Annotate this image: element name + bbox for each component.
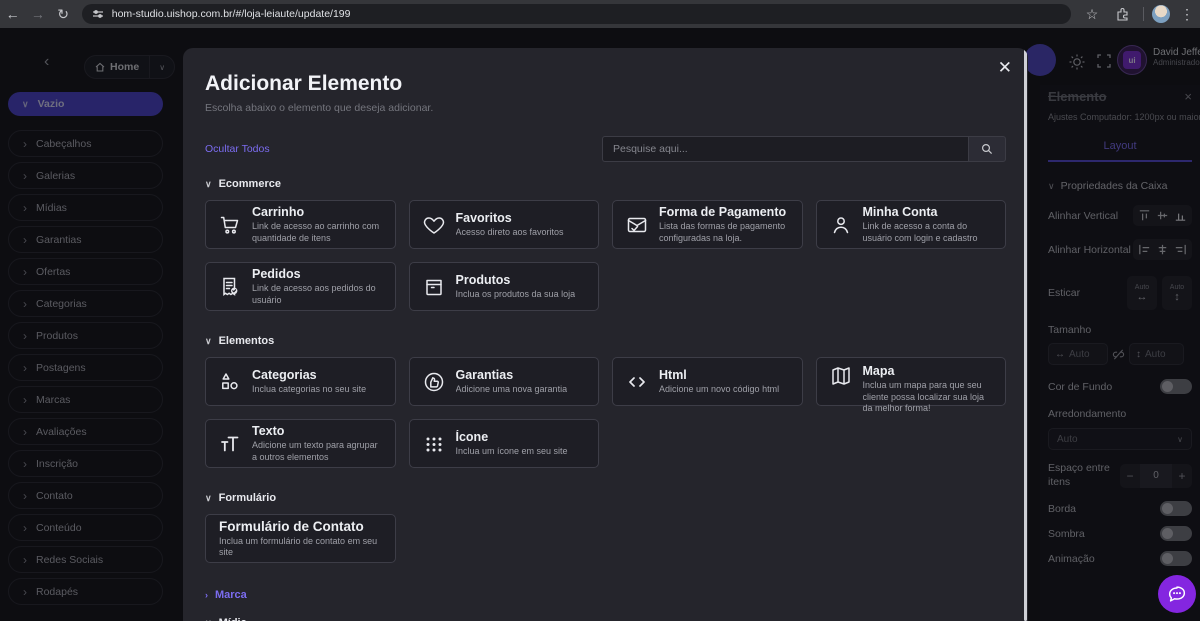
card-description: Inclua categorias no seu site bbox=[252, 384, 366, 395]
search-button[interactable] bbox=[968, 136, 1006, 162]
extensions-icon[interactable] bbox=[1109, 7, 1135, 21]
element-card-icone[interactable]: Ícone Inclua um ícone em seu site bbox=[409, 419, 600, 468]
element-card-html[interactable]: Html Adicione um novo código html bbox=[612, 357, 803, 406]
element-card-garantias[interactable]: Garantias Adicione uma nova garantia bbox=[409, 357, 600, 406]
chevron-down-icon: ∨ bbox=[205, 618, 212, 621]
heart-icon bbox=[421, 213, 447, 237]
add-element-modal: ✕ Adicionar Elemento Escolha abaixo o el… bbox=[183, 48, 1028, 621]
card-description: Link de acesso a conta do usuário com lo… bbox=[863, 221, 995, 244]
element-card-mapa[interactable]: Mapa Inclua um mapa para que seu cliente… bbox=[816, 357, 1007, 406]
chevron-down-icon: ∨ bbox=[205, 493, 212, 504]
card-description: Inclua os produtos da sua loja bbox=[456, 289, 576, 300]
card-description: Lista das formas de pagamento configurad… bbox=[659, 221, 791, 244]
element-card-formulario-contato[interactable]: Formulário de Contato Inclua um formulár… bbox=[205, 514, 396, 563]
search-icon bbox=[981, 143, 993, 155]
element-card-favoritos[interactable]: Favoritos Acesso direto aos favoritos bbox=[409, 200, 600, 249]
divider bbox=[1143, 7, 1144, 21]
element-card-carrinho[interactable]: Carrinho Link de acesso ao carrinho com … bbox=[205, 200, 396, 249]
url-text: hom-studio.uishop.com.br/#/loja-leiaute/… bbox=[112, 8, 351, 20]
hide-all-link[interactable]: Ocultar Todos bbox=[205, 143, 270, 155]
card-title: Minha Conta bbox=[863, 205, 995, 219]
user-icon bbox=[828, 213, 854, 237]
thumbs-up-icon bbox=[421, 370, 447, 394]
modal-scrollbar[interactable] bbox=[1024, 48, 1027, 621]
search-bar bbox=[602, 136, 1006, 162]
order-check-icon bbox=[217, 275, 243, 299]
browser-forward-icon[interactable]: → bbox=[25, 6, 50, 22]
site-settings-icon[interactable] bbox=[92, 8, 104, 20]
address-bar[interactable]: hom-studio.uishop.com.br/#/loja-leiaute/… bbox=[82, 4, 1071, 24]
modal-subtitle: Escolha abaixo o elemento que deseja adi… bbox=[205, 102, 1006, 114]
card-title: Pedidos bbox=[252, 267, 384, 281]
map-icon bbox=[828, 364, 854, 388]
modal-close-icon[interactable]: ✕ bbox=[998, 58, 1012, 78]
chevron-right-icon: › bbox=[205, 590, 208, 600]
card-description: Inclua um ícone em seu site bbox=[456, 446, 568, 457]
section-label: Marca bbox=[215, 589, 247, 601]
browser-toolbar: ← → ↻ hom-studio.uishop.com.br/#/loja-le… bbox=[0, 0, 1200, 28]
section-label: Formulário bbox=[219, 492, 276, 504]
card-title: Favoritos bbox=[456, 211, 564, 225]
chevron-down-icon: ∨ bbox=[205, 179, 212, 190]
card-title: Texto bbox=[252, 424, 384, 438]
chevron-down-icon: ∨ bbox=[205, 336, 212, 347]
formulario-cards: Formulário de Contato Inclua um formulár… bbox=[205, 514, 1006, 563]
card-description: Link de acesso ao carrinho com quantidad… bbox=[252, 221, 384, 244]
browser-profile-avatar[interactable] bbox=[1152, 5, 1170, 23]
card-title: Forma de Pagamento bbox=[659, 205, 791, 219]
card-title: Categorias bbox=[252, 368, 366, 382]
section-elementos[interactable]: ∨ Elementos bbox=[205, 335, 1006, 347]
element-card-minha-conta[interactable]: Minha Conta Link de acesso a conta do us… bbox=[816, 200, 1007, 249]
chat-bubble-icon bbox=[1166, 583, 1188, 605]
element-card-categorias[interactable]: Categorias Inclua categorias no seu site bbox=[205, 357, 396, 406]
card-description: Adicione um texto para agrupar a outros … bbox=[252, 440, 384, 463]
shapes-icon bbox=[217, 370, 243, 394]
browser-back-icon[interactable]: ← bbox=[0, 6, 25, 22]
modal-title: Adicionar Elemento bbox=[205, 72, 1006, 96]
product-box-icon bbox=[421, 275, 447, 299]
card-title: Garantias bbox=[456, 368, 568, 382]
card-description: Adicione um novo código html bbox=[659, 384, 779, 395]
section-label: Ecommerce bbox=[219, 178, 281, 190]
browser-menu-icon[interactable]: ⋮ bbox=[1174, 6, 1200, 23]
card-title: Ícone bbox=[456, 430, 568, 444]
dots-grid-icon bbox=[421, 432, 447, 456]
element-card-pedidos[interactable]: Pedidos Link de acesso aos pedidos do us… bbox=[205, 262, 396, 311]
card-description: Acesso direto aos favoritos bbox=[456, 227, 564, 238]
browser-reload-icon[interactable]: ↻ bbox=[51, 6, 76, 23]
text-icon bbox=[217, 432, 243, 456]
section-label: Elementos bbox=[219, 335, 275, 347]
code-icon bbox=[624, 370, 650, 394]
card-title: Carrinho bbox=[252, 205, 384, 219]
section-formulario[interactable]: ∨ Formulário bbox=[205, 492, 1006, 504]
payment-check-icon bbox=[624, 213, 650, 237]
card-description: Adicione uma nova garantia bbox=[456, 384, 568, 395]
element-card-texto[interactable]: Texto Adicione um texto para agrupar a o… bbox=[205, 419, 396, 468]
element-card-forma-pagamento[interactable]: Forma de Pagamento Lista das formas de p… bbox=[612, 200, 803, 249]
support-chat-button[interactable] bbox=[1158, 575, 1196, 613]
element-card-produtos[interactable]: Produtos Inclua os produtos da sua loja bbox=[409, 262, 600, 311]
card-title: Produtos bbox=[456, 273, 576, 287]
card-title: Html bbox=[659, 368, 779, 382]
card-description: Inclua um mapa para que seu cliente poss… bbox=[863, 380, 995, 414]
card-title: Mapa bbox=[863, 364, 995, 378]
ecommerce-cards: Carrinho Link de acesso ao carrinho com … bbox=[205, 200, 1006, 311]
section-ecommerce[interactable]: ∨ Ecommerce bbox=[205, 178, 1006, 190]
card-title: Formulário de Contato bbox=[219, 519, 384, 535]
card-description: Link de acesso aos pedidos do usuário bbox=[252, 283, 384, 306]
section-midia[interactable]: ∨ Mídia bbox=[205, 617, 1006, 621]
card-description: Inclua um formulário de contato em seu s… bbox=[219, 536, 384, 559]
cart-icon bbox=[217, 213, 243, 237]
elementos-cards: Categorias Inclua categorias no seu site… bbox=[205, 357, 1006, 468]
search-input[interactable] bbox=[602, 136, 968, 162]
section-label: Mídia bbox=[219, 617, 247, 621]
section-marca[interactable]: › Marca bbox=[205, 589, 1006, 601]
bookmark-star-icon[interactable]: ☆ bbox=[1079, 6, 1105, 23]
